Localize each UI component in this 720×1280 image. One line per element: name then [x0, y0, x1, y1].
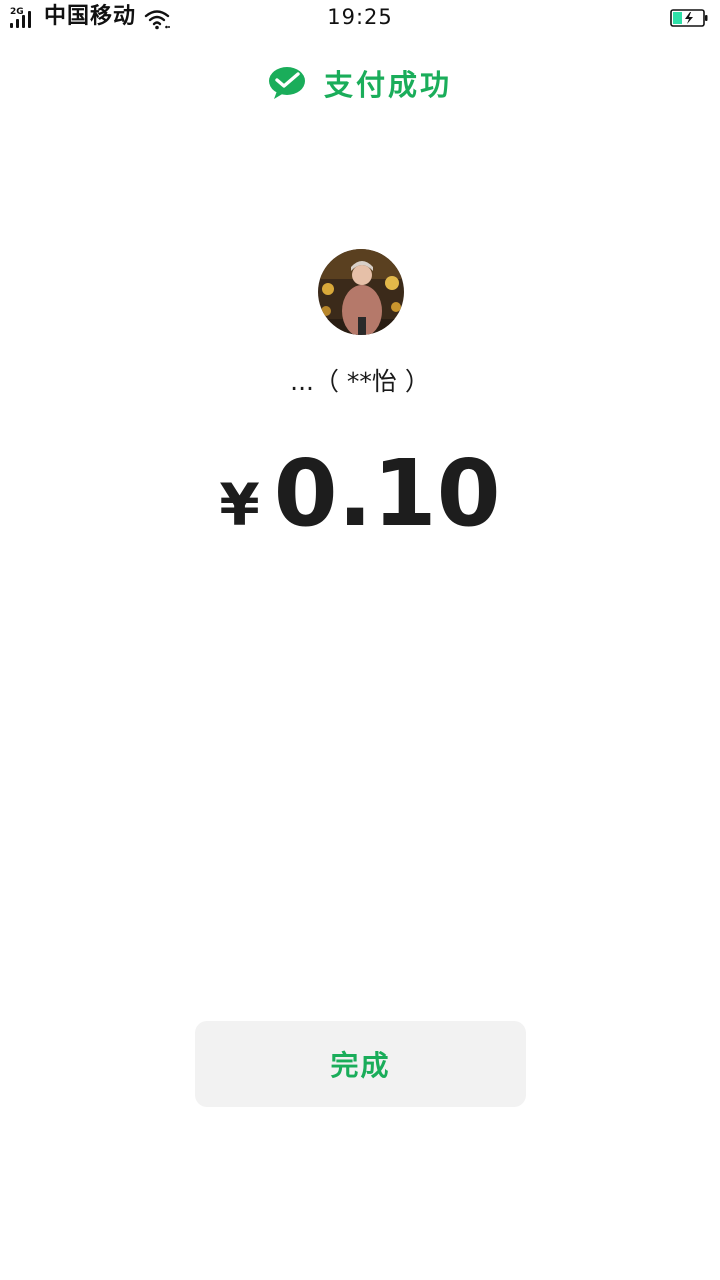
wechat-pay-check-icon — [268, 67, 305, 99]
battery-charging-icon — [670, 9, 708, 27]
payee-name: ...（ **怡 ） — [290, 367, 430, 396]
done-button[interactable]: 完成 — [195, 1021, 526, 1107]
result-header: 支付成功 — [0, 60, 720, 106]
avatar — [318, 249, 404, 335]
page-title: 支付成功 — [323, 68, 452, 102]
avatar-photo — [318, 249, 404, 335]
amount-value: 0.10 — [273, 440, 501, 547]
status-bar: 2G 中国移动 19:25 — [0, 0, 720, 36]
payment-success-screen: 2G 中国移动 19:25 支付成功 ...（ **怡 ） ¥ 0.10 完成 — [0, 0, 720, 1280]
status-time: 19:25 — [327, 5, 393, 29]
payment-amount: ¥ 0.10 — [0, 440, 720, 547]
currency-symbol: ¥ — [219, 471, 260, 539]
